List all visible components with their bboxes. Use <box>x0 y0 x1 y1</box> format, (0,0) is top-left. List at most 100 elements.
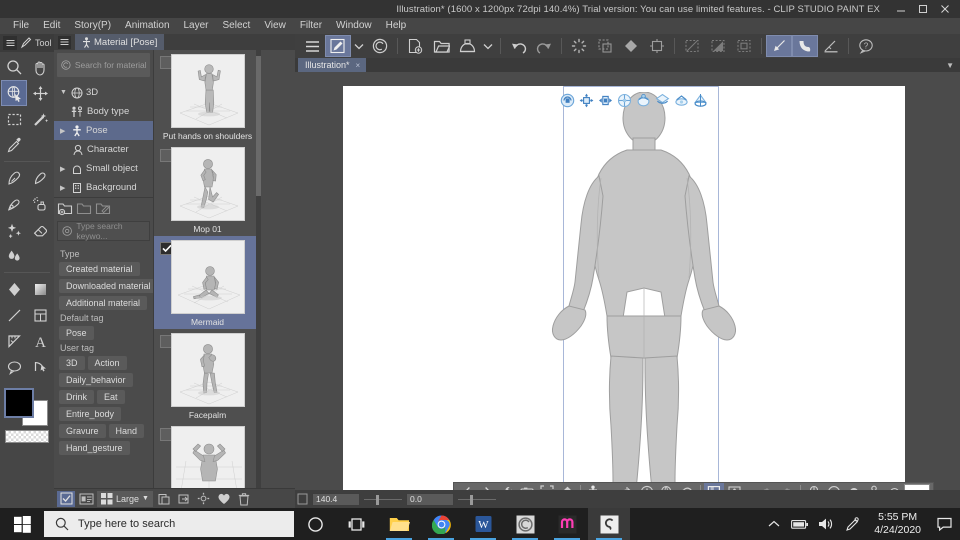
tag-3d[interactable]: 3D <box>59 356 85 370</box>
tag-daily-behavior[interactable]: Daily_behavior <box>59 373 133 387</box>
volume-speaker-icon[interactable] <box>813 508 839 540</box>
redo-icon[interactable] <box>531 35 557 57</box>
rotation-input[interactable]: 0.0 <box>406 492 454 506</box>
taskbar-clock[interactable]: 5:55 PM 4/24/2020 <box>865 508 930 540</box>
tree-item-small-object[interactable]: ▶ Small object <box>54 159 153 178</box>
brush-chevron-down-icon[interactable] <box>351 35 367 57</box>
3d-manipulator-toolbar[interactable] <box>559 92 708 108</box>
minimize-button[interactable] <box>890 0 912 18</box>
3d-object-toolbar[interactable] <box>453 482 934 490</box>
open-file-icon[interactable] <box>428 35 454 57</box>
reset-rotation-icon[interactable] <box>677 483 697 490</box>
undo-icon[interactable] <box>505 35 531 57</box>
object-rotate-z-icon[interactable] <box>673 92 689 108</box>
save-icon[interactable] <box>454 35 480 57</box>
eraser-tool[interactable] <box>27 217 53 243</box>
pose-register-icon[interactable] <box>584 483 604 490</box>
brush-tool[interactable] <box>1 191 27 217</box>
menu-view[interactable]: View <box>257 18 293 34</box>
camera-register-icon[interactable] <box>517 483 537 490</box>
menu-layer[interactable]: Layer <box>177 18 216 34</box>
color-swatch[interactable] <box>904 484 930 490</box>
tree-item-body-type[interactable]: Body type <box>54 102 153 121</box>
taskbar-search-input[interactable]: Type here to search <box>44 511 294 537</box>
tree-item-character[interactable]: Character <box>54 140 153 159</box>
asset-store-search-button[interactable]: Search for materials on AS <box>57 53 150 77</box>
pose-dropdown-icon[interactable] <box>604 483 617 490</box>
scrollbar-thumb[interactable] <box>256 56 261 196</box>
delete-folder-icon[interactable] <box>76 201 93 216</box>
cortana-icon[interactable] <box>294 508 336 540</box>
maximize-button[interactable] <box>912 0 934 18</box>
material-panel-menu-icon[interactable] <box>58 35 71 49</box>
text-tool[interactable]: A <box>27 328 53 354</box>
balloon-tool[interactable] <box>1 354 27 380</box>
hair-icon[interactable] <box>844 483 864 490</box>
foreground-color-swatch[interactable] <box>4 388 34 418</box>
airbrush-tool[interactable] <box>27 191 53 217</box>
paste-material-button[interactable] <box>155 491 173 507</box>
menu-select[interactable]: Select <box>216 18 258 34</box>
3d-drawing-figure[interactable] <box>549 92 739 490</box>
menu-animation[interactable]: Animation <box>118 18 176 34</box>
show-thumbnail-view-button[interactable] <box>57 490 75 507</box>
menu-window[interactable]: Window <box>329 18 379 34</box>
eyedropper-tool[interactable] <box>1 132 27 158</box>
ruler-snap-icon[interactable] <box>818 35 844 57</box>
next-material-icon[interactable] <box>477 483 497 490</box>
menu-filter[interactable]: Filter <box>293 18 329 34</box>
collapse-panel-icon[interactable]: ▼ <box>946 61 954 70</box>
curve-ruler-icon[interactable] <box>792 35 818 57</box>
tag-pose[interactable]: Pose <box>59 326 94 340</box>
new-file-icon[interactable] <box>402 35 428 57</box>
clip-studio-paint-icon[interactable] <box>588 508 630 540</box>
material-item-arms-behind-head[interactable] <box>154 422 261 488</box>
bag-icon[interactable] <box>884 483 904 490</box>
previous-material-icon[interactable] <box>457 483 477 490</box>
camera-pan-icon[interactable] <box>578 92 594 108</box>
deselect-icon[interactable] <box>679 35 705 57</box>
tag-entire-body[interactable]: Entire_body <box>59 407 122 421</box>
camera-move-icon[interactable] <box>597 92 613 108</box>
tag-created-material[interactable]: Created material <box>59 262 140 276</box>
correct-line-tool[interactable] <box>27 354 53 380</box>
task-view-icon[interactable] <box>336 508 378 540</box>
menu-story[interactable]: Story(P) <box>67 18 118 34</box>
rotation-slider[interactable] <box>458 493 496 506</box>
reset-camera-icon[interactable] <box>557 483 577 490</box>
tab-material-pose[interactable]: Material [Pose] <box>75 34 165 50</box>
menu-hamburger-icon[interactable] <box>299 35 325 57</box>
pen-tablet-icon[interactable] <box>839 508 865 540</box>
action-center-notification-icon[interactable] <box>930 508 958 540</box>
delete-material-button[interactable] <box>235 491 253 507</box>
show-hidden-icons-chevron-up-icon[interactable] <box>761 508 787 540</box>
tree-item-background[interactable]: ▶ Background <box>54 178 153 197</box>
tag-drink[interactable]: Drink <box>59 390 95 404</box>
material-properties-button[interactable] <box>195 491 213 507</box>
decoration-tool[interactable] <box>1 217 27 243</box>
edit-folder-icon[interactable] <box>95 201 112 216</box>
reset-body-icon[interactable] <box>657 483 677 490</box>
pencil-tool[interactable] <box>27 165 53 191</box>
chrome-icon[interactable] <box>420 508 462 540</box>
rotation-slider-knob[interactable] <box>470 494 473 505</box>
tag-hand-gesture[interactable]: Hand_gesture <box>59 441 130 455</box>
close-icon[interactable]: × <box>356 61 361 70</box>
material-thumbnail-list[interactable]: Put hands on shoulders Mop 01 Mermaid Fa… <box>154 50 261 488</box>
tag-downloaded-material[interactable]: Downloaded material <box>59 279 153 293</box>
frame-border-tool[interactable] <box>27 302 53 328</box>
selection-tool[interactable] <box>1 106 27 132</box>
add-to-favorites-button[interactable] <box>215 491 233 507</box>
blend-tool[interactable] <box>1 243 27 269</box>
material-search-input[interactable]: Type search keywo... <box>57 221 150 241</box>
clip-studio-icon[interactable] <box>367 35 393 57</box>
menu-file[interactable]: File <box>6 18 36 34</box>
pen-tool[interactable] <box>1 165 27 191</box>
material-item-mop-01[interactable]: Mop 01 <box>154 143 261 236</box>
hand-setup-right-icon[interactable] <box>777 483 797 490</box>
document-tab[interactable]: Illustration* × <box>298 58 367 72</box>
hand-tool[interactable] <box>27 54 53 80</box>
material-item-mermaid[interactable]: Mermaid <box>154 236 261 329</box>
battery-icon[interactable] <box>787 508 813 540</box>
tree-item-pose[interactable]: ▶ Pose <box>54 121 153 140</box>
